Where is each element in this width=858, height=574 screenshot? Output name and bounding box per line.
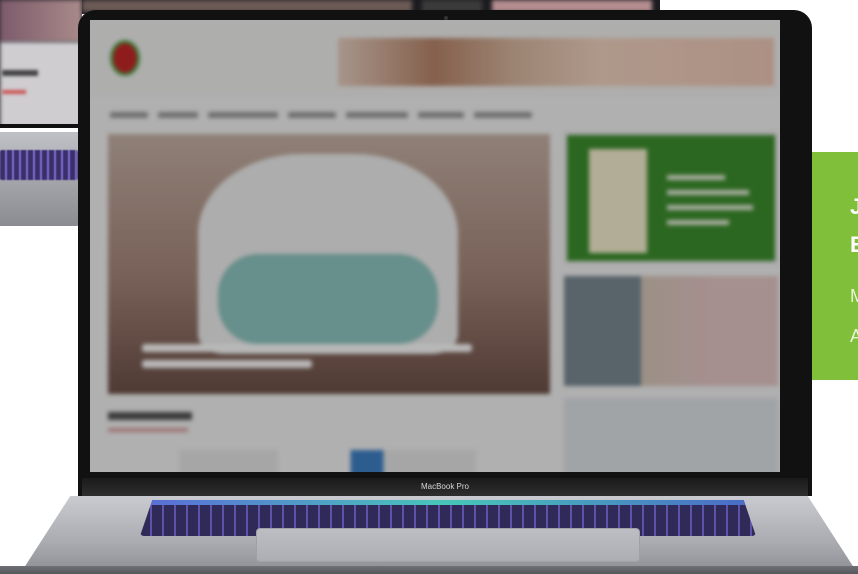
screen-dim-overlay <box>90 20 780 472</box>
promo-line-2: E <box>850 232 858 257</box>
back-laptop-screen <box>0 0 82 128</box>
laptop-base-lip <box>0 566 858 574</box>
back-screen-content <box>0 42 82 124</box>
promo-line-4: A <box>850 326 858 346</box>
touch-bar <box>140 500 756 505</box>
back-screen-accent <box>2 90 26 94</box>
promo-card: J E M A <box>812 152 858 380</box>
back-laptop-keyboard <box>0 150 78 180</box>
promo-line-1: J <box>850 194 858 219</box>
laptop-screen <box>90 20 780 472</box>
back-laptop <box>0 0 82 226</box>
back-screen-heading <box>2 70 38 76</box>
promo-line-3: M <box>850 286 858 306</box>
back-screen-header-image <box>0 0 82 42</box>
model-label: MacBook Pro <box>420 482 470 491</box>
trackpad <box>256 528 640 562</box>
